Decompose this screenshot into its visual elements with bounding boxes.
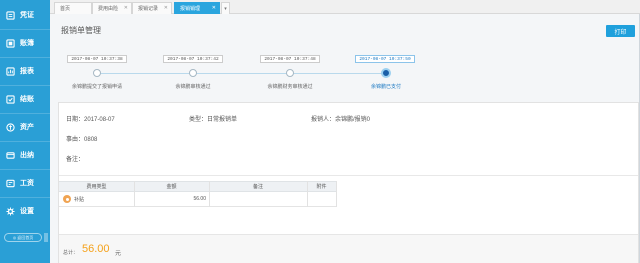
sidebar-item-label: 设置 [20, 208, 34, 215]
date-field: 日期：2017-08-07 [66, 114, 115, 123]
person-field: 报销人：余锦鹏/报销0 [311, 114, 370, 123]
person-value: 余锦鹏/报销0 [335, 117, 371, 123]
tab-reimbursement-manage[interactable]: 报销销理 ✕ [174, 2, 220, 14]
table-header-note: 备注 [209, 181, 307, 192]
tab-reimbursement-records[interactable]: 报销记录 ✕ [132, 2, 172, 14]
reason-label: 事由： [66, 137, 85, 143]
type-label: 类型： [189, 117, 208, 123]
tab-label: 报销记录 [138, 6, 159, 12]
close-icon[interactable]: ✕ [164, 6, 168, 11]
table-header-attachment: 附件 [307, 181, 336, 192]
table-header-type: 费用类型 [59, 181, 134, 192]
tab-label: 报销销理 [180, 6, 201, 12]
tab-label: 费用由险 [98, 6, 119, 12]
sidebar-item-report[interactable]: 报表 [0, 58, 50, 84]
reimbursement-detail-card: 日期：2017-08-07 类型：日常报销单 报销人：余锦鹏/报销0 事由：08… [58, 102, 639, 263]
tab-bar: 首页 费用由险 ✕ 报销记录 ✕ 报销销理 ✕ ▾ [50, 0, 640, 14]
close-icon[interactable]: ✕ [212, 6, 216, 11]
table-cell-attachment [307, 192, 336, 207]
step-label: 余锦鹏审核通过 [175, 84, 211, 90]
type-field: 类型：日常报销单 [189, 114, 237, 123]
step-dot [286, 69, 294, 77]
step-label: 余锦鹏提交了报销申请 [71, 84, 122, 90]
expense-type: 补贴 [74, 196, 85, 203]
chevron-down-icon: ▾ [224, 5, 227, 12]
table-column-divider [307, 181, 308, 207]
total-amount: 56.00 [82, 243, 110, 255]
date-label: 日期： [66, 117, 85, 123]
total-bar: 总计： 56.00 元 [59, 234, 638, 263]
reason-field: 事由：0808 [66, 134, 97, 143]
sidebar-home-pill[interactable]: ◎ 返回首页 [4, 233, 42, 242]
step-label-current: 余锦鹏已支付 [370, 84, 401, 90]
check-icon [6, 94, 15, 104]
tab-expense[interactable]: 费用由险 ✕ [92, 2, 132, 14]
note-label: 备注： [66, 157, 85, 163]
table-cell-amount: 56.00 [134, 192, 209, 207]
sidebar-item-settings[interactable]: 设置 [0, 198, 50, 224]
step-label: 余锦鹏财务审核通过 [267, 84, 313, 90]
step-dot-current [381, 68, 391, 78]
salary-icon [6, 179, 15, 188]
tab-more-dropdown[interactable]: ▾ [221, 2, 230, 14]
step-timestamp-current: 2017-08-07 10:37:50 [355, 55, 415, 63]
ledger-icon [6, 38, 15, 48]
step-timestamp: 2017-08-07 10:37:38 [67, 55, 127, 63]
print-button[interactable]: 打印 [606, 25, 635, 37]
step-timestamp: 2017-08-07 10:37:48 [260, 55, 320, 63]
sidebar: 凭证 账簿 报表 结账 资产 出纳 工资 设置 ◎ 返回首页 [0, 0, 50, 263]
sidebar-item-voucher[interactable]: 凭证 [0, 2, 50, 28]
sidebar-item-label: 出纳 [20, 152, 34, 159]
sidebar-item-label: 报表 [20, 68, 34, 75]
table-header-amount: 金额 [134, 181, 209, 192]
sidebar-item-label: 凭证 [20, 12, 34, 19]
step-dot [93, 69, 101, 77]
report-icon [6, 66, 15, 76]
gear-icon [6, 206, 15, 216]
date-value: 2017-08-07 [84, 117, 115, 123]
sidebar-item-cashier[interactable]: 出纳 [0, 142, 50, 168]
step-dot [189, 69, 197, 77]
person-label: 报销人： [311, 117, 336, 123]
table-cell-note [209, 192, 307, 207]
close-icon[interactable]: ✕ [124, 6, 128, 11]
table-column-divider [336, 181, 337, 207]
total-label: 总计： [63, 250, 79, 256]
page-title: 报销单管理 [61, 26, 101, 35]
table-cell-type: 补贴 [59, 192, 134, 207]
sidebar-item-label: 账簿 [20, 40, 34, 47]
sidebar-collapse-toggle[interactable] [44, 233, 48, 242]
tab-home[interactable]: 首页 [54, 2, 92, 14]
sidebar-item-close-books[interactable]: 结账 [0, 86, 50, 112]
expense-amount: 56.00 [193, 196, 206, 202]
type-value: 日常报销单 [207, 117, 238, 123]
step-timestamp: 2017-08-07 10:37:42 [163, 55, 223, 63]
assets-icon [6, 122, 15, 132]
sidebar-item-label: 结账 [20, 96, 34, 103]
sidebar-item-ledger[interactable]: 账簿 [0, 30, 50, 56]
voucher-icon [6, 10, 15, 20]
table-column-divider [209, 181, 210, 207]
tab-label: 首页 [60, 6, 71, 12]
progress-line [97, 73, 387, 74]
sidebar-item-label: 工资 [20, 180, 34, 187]
sidebar-item-assets[interactable]: 资产 [0, 114, 50, 140]
sidebar-item-salary[interactable]: 工资 [0, 170, 50, 196]
note-field: 备注： [66, 154, 84, 163]
cashier-icon [6, 151, 15, 160]
sidebar-item-label: 资产 [20, 124, 34, 131]
divider [59, 175, 638, 176]
subsidy-icon [63, 195, 71, 203]
table-column-divider [134, 181, 135, 207]
reason-value: 0808 [84, 137, 98, 143]
total-unit: 元 [115, 251, 122, 257]
